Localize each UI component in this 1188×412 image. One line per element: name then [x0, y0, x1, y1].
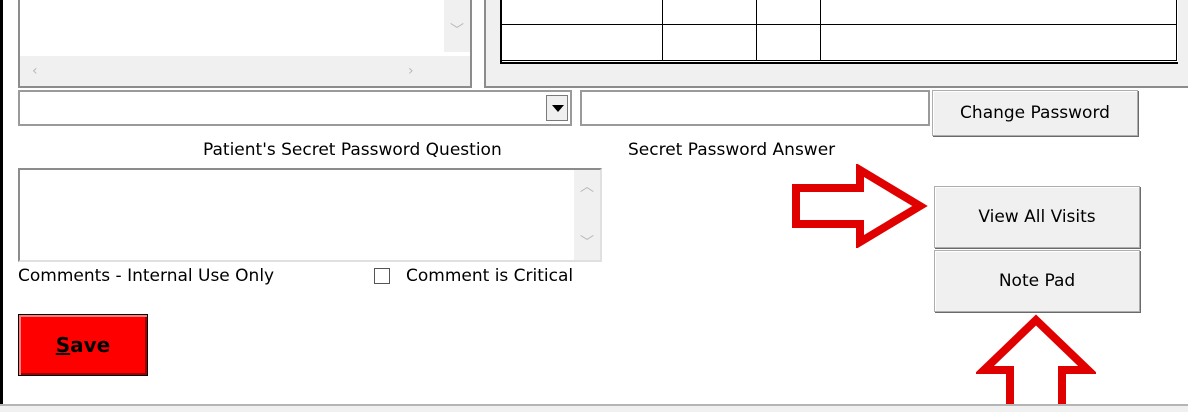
comments-textarea[interactable]: ︿ ﹀ [18, 168, 602, 262]
secret-question-label: Patient's Secret Password Question [203, 140, 502, 160]
chevron-left-icon[interactable]: ‹ [32, 64, 38, 78]
grid-cell[interactable] [502, 24, 663, 61]
comments-label: Comments - Internal Use Only [18, 266, 275, 286]
grid-cell[interactable] [756, 0, 821, 25]
view-all-visits-button[interactable]: View All Visits [934, 186, 1140, 248]
chevron-up-icon[interactable]: ︿ [580, 180, 594, 194]
secret-answer-label: Secret Password Answer [628, 140, 836, 160]
grid-cell[interactable] [820, 24, 1177, 61]
top-list-box[interactable]: ﹀ ‹ › [18, 0, 472, 88]
records-grid[interactable] [500, 0, 1178, 64]
grid-cell[interactable] [756, 24, 821, 61]
secret-answer-input[interactable] [580, 90, 930, 126]
grid-cell[interactable] [820, 0, 1177, 25]
dropdown-arrow-icon[interactable] [546, 95, 568, 121]
grid-cell[interactable] [662, 24, 757, 61]
secret-question-dropdown[interactable] [18, 90, 572, 126]
comment-critical-label: Comment is Critical [406, 266, 574, 286]
window-left-border [0, 0, 3, 412]
list-horizontal-scrollbar[interactable]: ‹ › [20, 56, 470, 86]
grid-cell[interactable] [662, 0, 757, 25]
chevron-down-icon[interactable]: ﹀ [580, 236, 594, 250]
grid-cell[interactable] [502, 0, 663, 25]
records-grid-panel [484, 0, 1188, 88]
note-pad-button[interactable]: Note Pad [934, 250, 1140, 312]
save-label-rest: ave [70, 333, 111, 357]
save-hotkey-letter: S [55, 333, 71, 357]
comments-vertical-scrollbar[interactable]: ︿ ﹀ [574, 170, 600, 260]
change-password-button[interactable]: Change Password [932, 90, 1138, 136]
arrow-right-annotation [792, 164, 928, 248]
chevron-right-icon[interactable]: › [408, 64, 414, 78]
window-bottom-border [0, 404, 1188, 412]
save-button[interactable]: Save [18, 314, 148, 376]
comment-critical-checkbox[interactable] [374, 268, 390, 284]
chevron-down-icon[interactable]: ﹀ [450, 24, 464, 38]
list-vertical-scrollbar[interactable]: ﹀ [444, 0, 470, 52]
arrow-up-annotation [976, 314, 1096, 412]
